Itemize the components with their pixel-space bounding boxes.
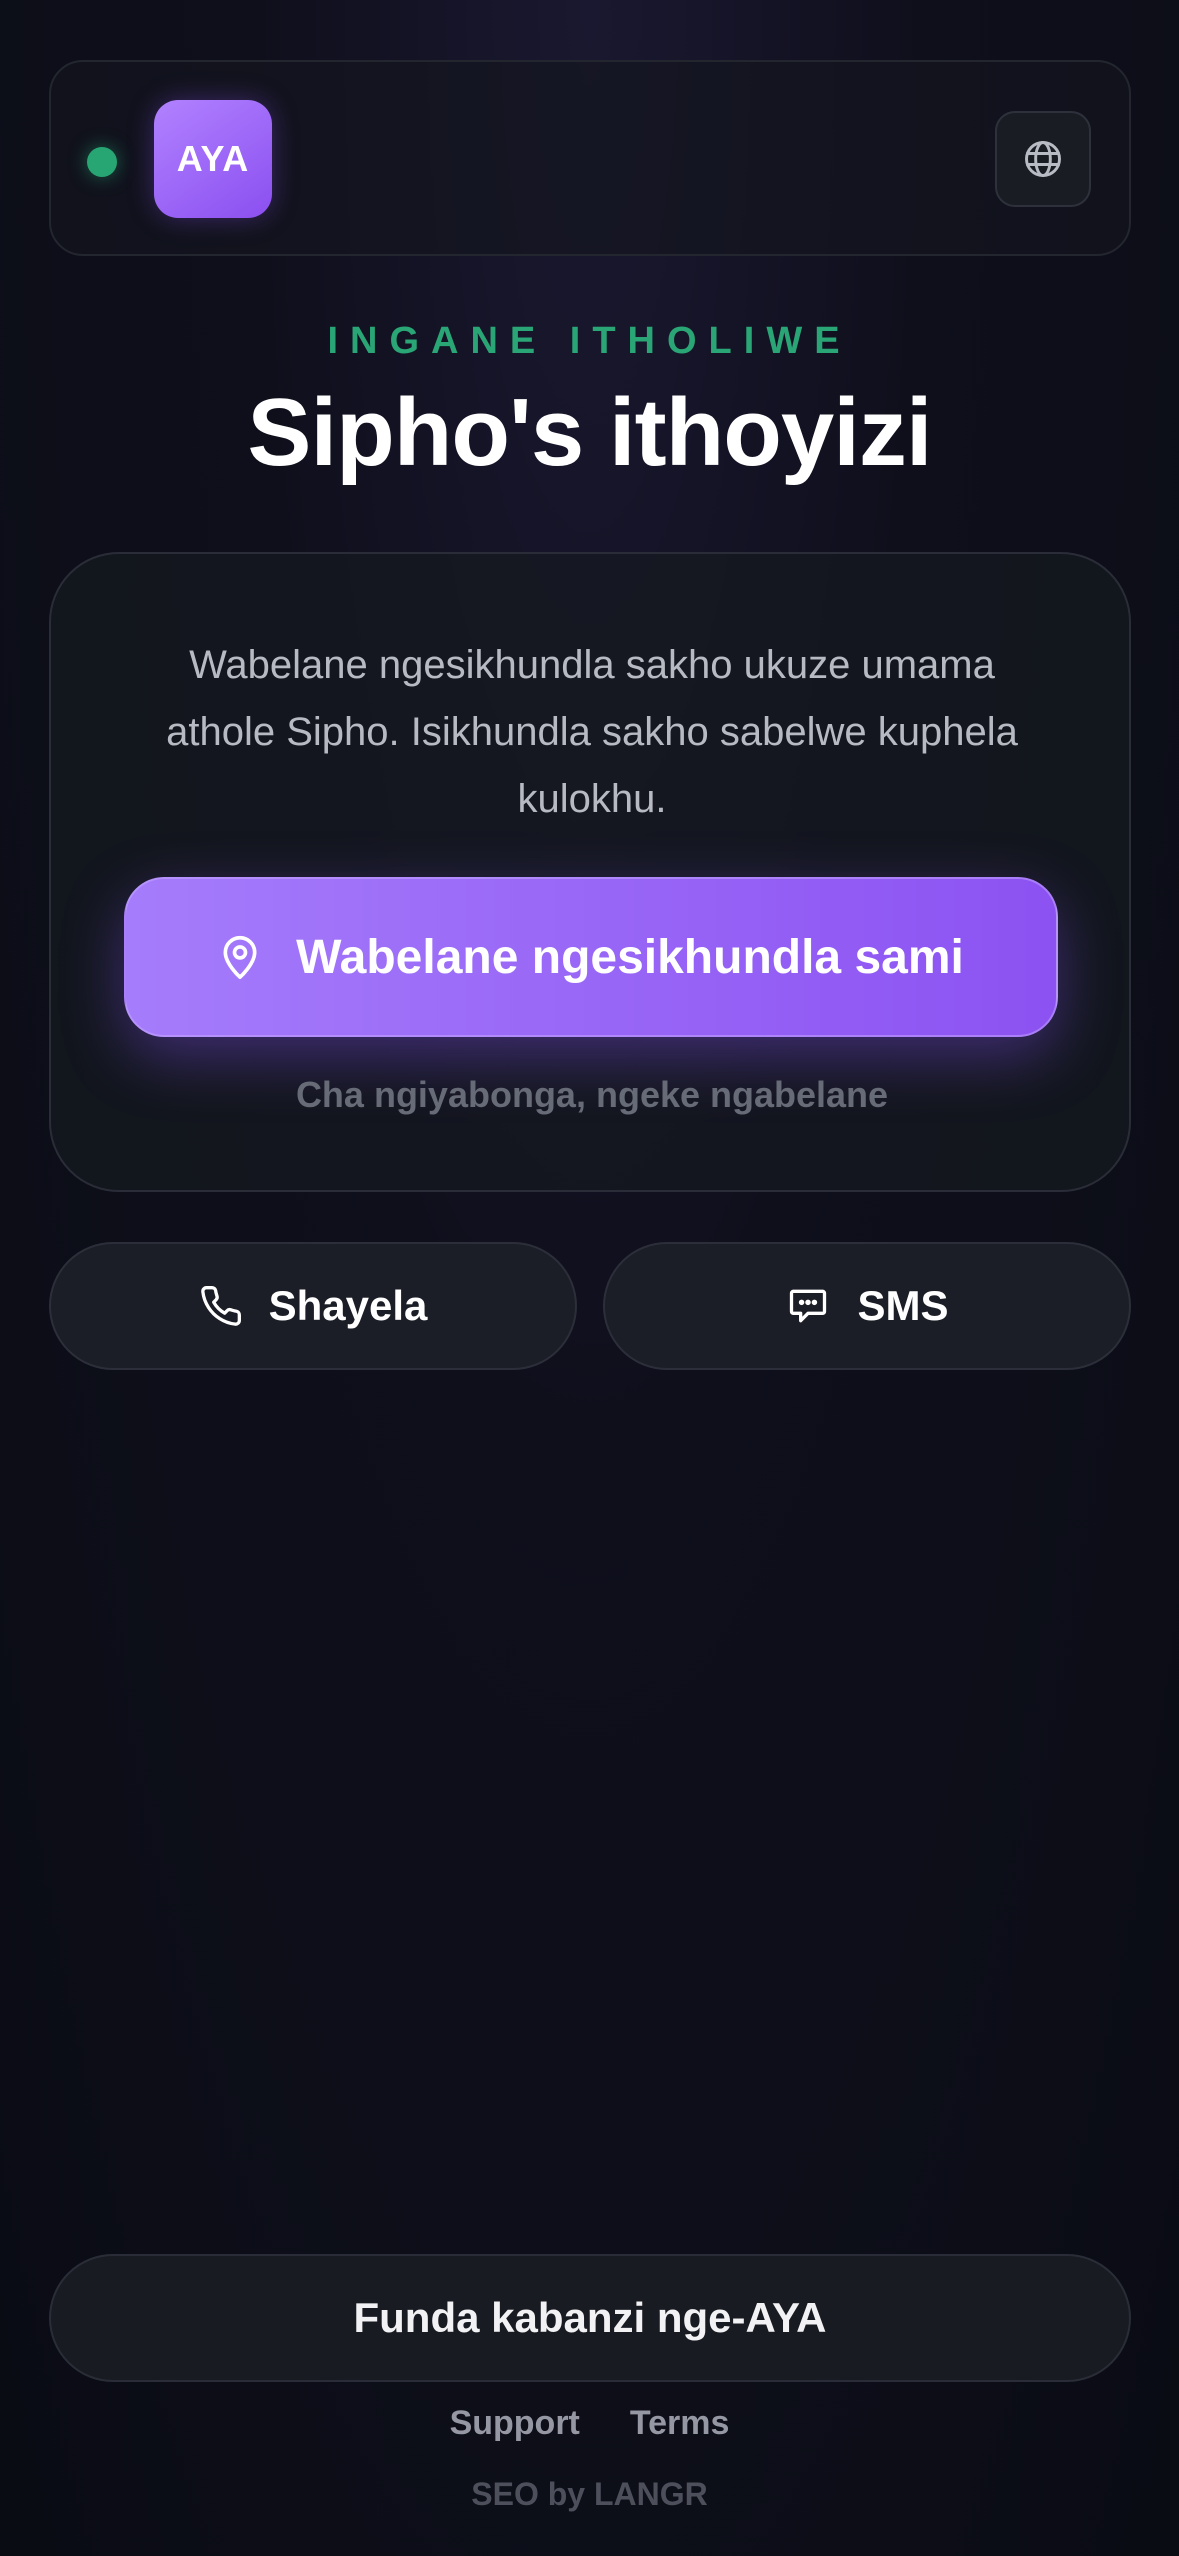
chat-bubble-icon [790,1289,827,1323]
learn-more-button[interactable]: Funda kabanzi nge-AYA [49,2254,1131,2382]
share-location-button[interactable]: Wabelane ngesikhundla sami [124,877,1058,1037]
share-location-card: Wabelane ngesikhundla sakho ukuze umama … [49,552,1131,1192]
aya-logo: AYA [154,100,272,218]
location-pin-icon [223,935,257,979]
logo-text: AYA [176,138,250,179]
decline-link[interactable]: Cha ngiyabonga, ngeke ngabelane [51,1074,1133,1116]
language-button[interactable] [995,111,1091,207]
page-title: Sipho's ithoyizi [247,379,932,486]
learn-more-label: Funda kabanzi nge-AYA [353,2294,827,2341]
share-location-label: Wabelane ngesikhundla sami [296,930,964,984]
card-description: Wabelane ngesikhundla sakho ukuze umama … [166,643,1018,821]
footer-links: Support Terms [0,2404,1179,2443]
sms-button[interactable]: SMS [603,1242,1131,1370]
footer-credit: SEO by LANGR [471,2476,708,2512]
support-link[interactable]: Support [450,2404,580,2443]
phone-icon [200,1286,241,1326]
call-button[interactable]: Shayela [49,1242,577,1370]
globe-icon [1025,141,1061,177]
top-bar: AYA [49,60,1131,256]
status-indicator [87,147,117,177]
terms-link[interactable]: Terms [630,2404,730,2443]
call-label: Shayela [268,1282,428,1329]
sms-label: SMS [857,1282,949,1329]
eyebrow-label: INGANE ITHOLIWE [327,320,852,362]
